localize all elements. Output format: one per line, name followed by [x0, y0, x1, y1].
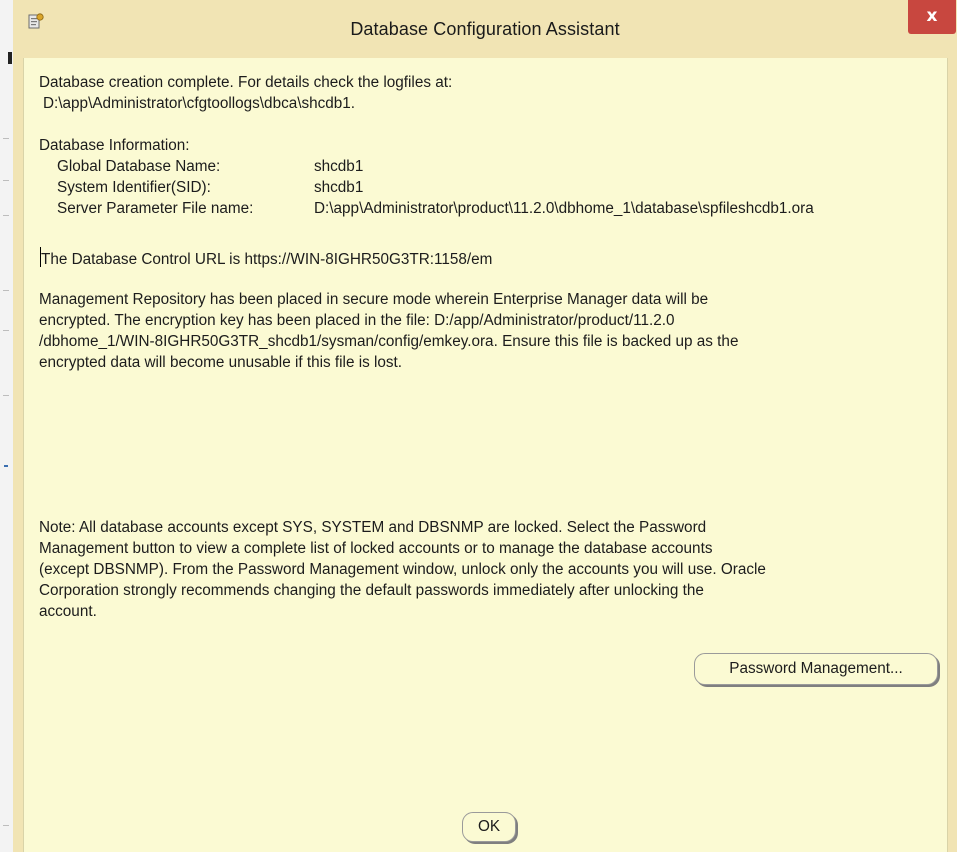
accounts-note: Note: All database accounts except SYS, … [39, 517, 944, 622]
background-window-edge [0, 0, 14, 852]
message-line: encrypted data will become unusable if t… [39, 354, 403, 371]
database-info-heading: Database Information: [39, 137, 190, 154]
global-db-name-value: shcdb1 [314, 158, 364, 175]
note-line: account. [39, 603, 97, 620]
message-line: encrypted. The encryption key has been p… [39, 312, 675, 329]
password-management-button[interactable]: Password Management... [694, 653, 938, 685]
window-title: Database Configuration Assistant [350, 19, 620, 39]
title-bar[interactable]: Database Configuration Assistant x [13, 0, 957, 58]
note-line: Note: All database accounts except SYS, … [39, 519, 707, 536]
message-line: /dbhome_1/WIN-8IGHR50G3TR_shcdb1/sysman/… [39, 333, 739, 350]
dialog-content: Database creation complete. For details … [23, 58, 948, 852]
spfile-label: Server Parameter File name: [57, 200, 254, 217]
dialog-window: Database Configuration Assistant x Datab… [13, 0, 957, 852]
sid-value: shcdb1 [314, 179, 364, 196]
note-line: (except DBSNMP). From the Password Manag… [39, 561, 766, 578]
note-line: Management button to view a complete lis… [39, 540, 713, 557]
spfile-value: D:\app\Administrator\product\11.2.0\dbho… [314, 200, 814, 217]
note-line: Corporation strongly recommends changing… [39, 582, 704, 599]
ok-button[interactable]: OK [462, 812, 516, 842]
logfile-path: D:\app\Administrator\cfgtoollogs\dbca\sh… [43, 95, 356, 112]
close-icon: x [926, 6, 938, 26]
management-repository-message: Management Repository has been placed in… [39, 289, 944, 373]
control-url-text[interactable]: The Database Control URL is https://WIN-… [41, 249, 492, 270]
close-button[interactable]: x [908, 0, 956, 34]
global-db-name-label: Global Database Name: [57, 158, 221, 175]
sid-label: System Identifier(SID): [57, 179, 211, 196]
completion-message: Database creation complete. For details … [39, 74, 453, 91]
message-line: Management Repository has been placed in… [39, 291, 709, 308]
